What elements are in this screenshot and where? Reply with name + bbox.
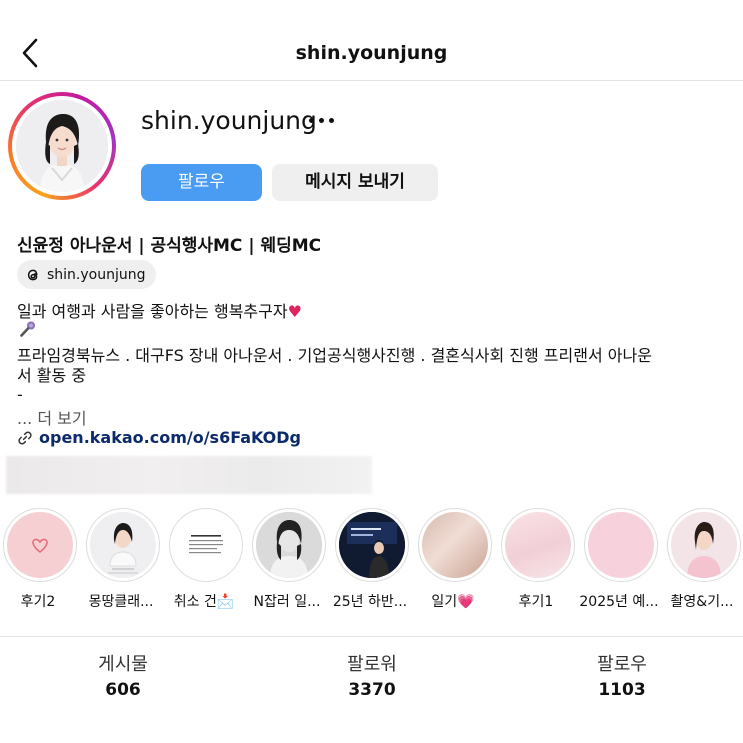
posts-label: 게시물 (98, 654, 148, 675)
highlight-item[interactable]: N잡러 일... (249, 507, 326, 617)
event-stage-thumbnail (339, 512, 405, 578)
highlight-cover (173, 512, 239, 578)
posts-count[interactable]: 게시물 606 (43, 650, 203, 700)
link-icon (18, 431, 32, 444)
highlight-item[interactable]: 촬영&기... (664, 507, 741, 617)
message-button[interactable]: 메시지 보내기 (272, 164, 438, 201)
highlight-ring (3, 508, 77, 582)
highlight-cover (422, 512, 488, 578)
followers-label: 팔로워 (347, 654, 397, 675)
bio-link-text: open.kakao.com/o/s6FaKODg (39, 428, 301, 447)
highlight-item[interactable]: 후기1 (498, 507, 575, 617)
bio-line-4: - (17, 385, 23, 404)
highlight-ring (252, 508, 326, 582)
stats-divider (0, 636, 743, 637)
follow-button[interactable]: 팔로우 (141, 164, 262, 201)
highlight-cover (7, 512, 73, 578)
highlight-item[interactable]: 일기💗 (415, 507, 492, 617)
threads-link-chip[interactable]: shin.younjung (17, 260, 156, 289)
portrait-thumbnail (671, 512, 737, 578)
microphone-icon (20, 321, 35, 337)
dot-icon (319, 118, 324, 123)
threads-icon (27, 269, 38, 280)
bio-line-2: 프라임경북뉴스 . 대구FS 장내 아나운서 . 기업공식행사진행 . 결혼식사… (17, 346, 652, 365)
threads-handle: shin.younjung (47, 266, 146, 283)
highlight-ring (418, 508, 492, 582)
highlight-item[interactable]: 후기2 (0, 507, 77, 617)
posts-value: 606 (105, 680, 141, 700)
highlight-cover (671, 512, 737, 578)
bio-link[interactable]: open.kakao.com/o/s6FaKODg (17, 428, 301, 447)
highlight-item[interactable]: 25년 하반... (332, 507, 409, 617)
followers-count[interactable]: 팔로워 3370 (292, 650, 452, 700)
portrait-thumbnail (108, 523, 138, 574)
dot-icon (309, 118, 314, 123)
story-highlights: 후기2 몽땅클래... 취소 건📩 N잡러 일... 25년 하반... 일기💗… (0, 507, 743, 617)
highlight-ring (335, 508, 409, 582)
avatar-portrait (16, 100, 108, 192)
highlight-ring (584, 508, 658, 582)
dot-icon (329, 118, 334, 123)
highlight-ring (501, 508, 575, 582)
avatar-frame (12, 96, 112, 196)
page-title: shin.younjung (295, 42, 448, 64)
bio-line-1: 일과 여행과 사람을 좋아하는 행복추구자♥ (17, 298, 302, 322)
followers-value: 3370 (348, 680, 396, 700)
document-thumbnail (187, 530, 225, 560)
profile-avatar-ring[interactable] (8, 92, 116, 200)
following-label: 팔로우 (597, 654, 647, 675)
highlight-cover (588, 512, 654, 578)
highlight-cover (339, 512, 405, 578)
highlight-cover (505, 512, 571, 578)
profile-username: shin.younjung (141, 106, 317, 135)
highlight-cover (256, 512, 322, 578)
following-value: 1103 (598, 680, 646, 700)
highlight-ring (86, 508, 160, 582)
avatar (16, 100, 108, 192)
highlight-item[interactable]: 취소 건📩 (166, 507, 243, 617)
more-options-button[interactable] (307, 108, 337, 132)
bio-line-1-text: 일과 여행과 사람을 좋아하는 행복추구자 (17, 302, 288, 321)
bio-line-3: 서 활동 중 (17, 366, 87, 385)
highlight-item[interactable]: 2025년 예... (579, 507, 659, 617)
highlight-item[interactable]: 몽땅클래... (83, 507, 160, 617)
highlight-cover (90, 512, 156, 578)
blurred-region (6, 456, 372, 494)
highlight-label: 촬영&기... (670, 594, 734, 610)
heart-emoji: ♥ (287, 302, 302, 321)
heart-icon (32, 538, 48, 554)
top-bar: shin.younjung (0, 0, 743, 81)
bio-display-name: 신윤정 아나운서 | 공식행사MC | 웨딩MC (17, 236, 322, 256)
more-button[interactable]: ... 더 보기 (17, 405, 87, 429)
highlight-ring (667, 508, 741, 582)
following-count[interactable]: 팔로우 1103 (542, 650, 702, 700)
highlight-ring (169, 508, 243, 582)
portrait-thumbnail (256, 512, 322, 578)
